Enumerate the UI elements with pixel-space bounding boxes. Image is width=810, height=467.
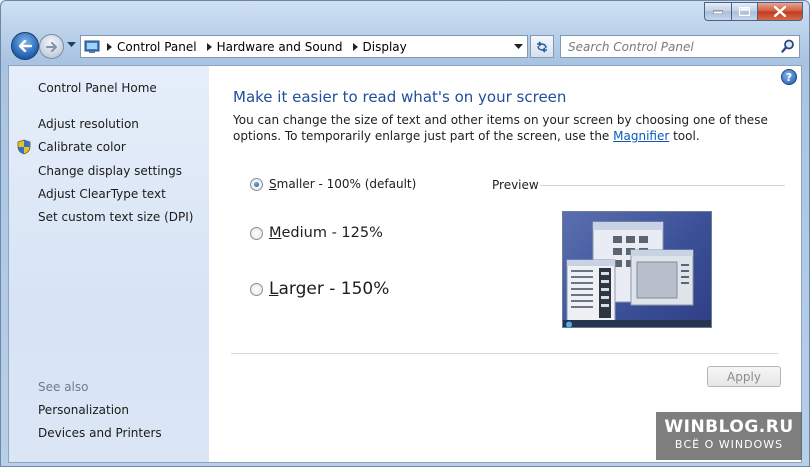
radio-larger[interactable] bbox=[250, 282, 263, 296]
option-medium-label: edium - 125% bbox=[281, 225, 383, 241]
help-icon: ? bbox=[785, 70, 793, 84]
chevron-right-icon bbox=[349, 42, 363, 51]
chevron-right-icon bbox=[203, 42, 217, 51]
see-also-header: See also bbox=[38, 380, 89, 394]
address-dropdown-button[interactable] bbox=[509, 36, 527, 57]
section-divider bbox=[231, 353, 778, 354]
radio-smaller[interactable] bbox=[250, 177, 263, 191]
preview-label: Preview bbox=[492, 178, 539, 192]
magnifier-link[interactable]: Magnifier bbox=[613, 129, 669, 143]
close-button[interactable] bbox=[757, 2, 803, 21]
task-pane: Control Panel Home Adjust resolution Cal… bbox=[9, 66, 209, 462]
recent-pages-dropdown-icon[interactable] bbox=[67, 42, 76, 48]
minimize-icon bbox=[713, 10, 723, 14]
breadcrumb: Control Panel Hardware and Sound Display bbox=[103, 36, 413, 57]
sidebar-link-devices-and-printers[interactable]: Devices and Printers bbox=[38, 426, 162, 440]
breadcrumb-display[interactable]: Display bbox=[363, 40, 413, 54]
arrow-right-icon bbox=[45, 41, 57, 52]
main-pane: ? Make it easier to read what's on your … bbox=[209, 66, 801, 462]
sidebar-link-change-display-settings[interactable]: Change display settings bbox=[38, 164, 182, 178]
page-description: You can change the size of text and othe… bbox=[233, 112, 778, 144]
sidebar-link-adjust-resolution[interactable]: Adjust resolution bbox=[38, 117, 139, 131]
page-title: Make it easier to read what's on your sc… bbox=[233, 88, 567, 106]
forward-button[interactable] bbox=[39, 34, 64, 59]
watermark-logo: WINBLOG.RU ВСЁ О WINDOWS bbox=[656, 412, 802, 460]
title-bar bbox=[1, 1, 809, 29]
watermark-line-2: ВСЁ О WINDOWS bbox=[674, 438, 784, 451]
arrow-left-icon bbox=[18, 40, 32, 52]
radio-medium[interactable] bbox=[250, 226, 263, 240]
breadcrumb-hardware-and-sound[interactable]: Hardware and Sound bbox=[217, 40, 349, 54]
caption-buttons bbox=[704, 2, 803, 21]
uac-shield-icon bbox=[17, 139, 31, 155]
option-smaller-accel: S bbox=[269, 177, 277, 191]
sidebar-link-calibrate-color[interactable]: Calibrate color bbox=[38, 140, 126, 154]
navigation-bar: Control Panel Hardware and Sound Display bbox=[1, 29, 809, 65]
sidebar-link-personalization[interactable]: Personalization bbox=[38, 403, 129, 417]
sidebar-link-control-panel-home[interactable]: Control Panel Home bbox=[38, 81, 157, 95]
minimize-button[interactable] bbox=[704, 2, 731, 21]
maximize-button[interactable] bbox=[731, 2, 757, 21]
breadcrumb-control-panel[interactable]: Control Panel bbox=[117, 40, 203, 54]
display-window: Control Panel Hardware and Sound Display… bbox=[0, 0, 810, 467]
back-button[interactable] bbox=[11, 32, 39, 60]
apply-button[interactable]: Apply bbox=[707, 366, 781, 387]
chevron-right-icon bbox=[103, 42, 117, 51]
sidebar-link-custom-text-size[interactable]: Set custom text size (DPI) bbox=[38, 210, 193, 224]
search-box[interactable] bbox=[560, 35, 800, 58]
search-icon[interactable] bbox=[781, 39, 795, 53]
option-smaller[interactable]: Smaller - 100% (default) bbox=[250, 177, 416, 191]
sidebar-link-adjust-cleartype[interactable]: Adjust ClearType text bbox=[38, 187, 166, 201]
refresh-icon bbox=[537, 40, 547, 53]
watermark-line-1: WINBLOG.RU bbox=[664, 417, 794, 437]
option-medium-accel: M bbox=[269, 225, 282, 241]
option-larger-label: arger - 150% bbox=[278, 279, 390, 299]
help-button[interactable]: ? bbox=[781, 69, 797, 85]
close-icon bbox=[774, 6, 786, 17]
search-input[interactable] bbox=[561, 36, 779, 57]
chevron-down-icon bbox=[513, 44, 523, 49]
option-smaller-label: maller - 100% (default) bbox=[276, 177, 417, 191]
option-larger[interactable]: Larger - 150% bbox=[250, 279, 389, 299]
option-medium[interactable]: Medium - 125% bbox=[250, 225, 383, 241]
preview-image bbox=[562, 211, 712, 328]
desktop-preview-graphic bbox=[563, 221, 711, 327]
refresh-button[interactable] bbox=[530, 35, 554, 58]
content-area: Control Panel Home Adjust resolution Cal… bbox=[8, 65, 802, 463]
address-bar[interactable]: Control Panel Hardware and Sound Display bbox=[80, 35, 528, 58]
control-panel-icon bbox=[81, 36, 103, 57]
preview-divider bbox=[540, 185, 785, 186]
maximize-icon bbox=[739, 7, 750, 16]
option-larger-accel: L bbox=[269, 279, 279, 299]
description-suffix: tool. bbox=[669, 129, 700, 143]
